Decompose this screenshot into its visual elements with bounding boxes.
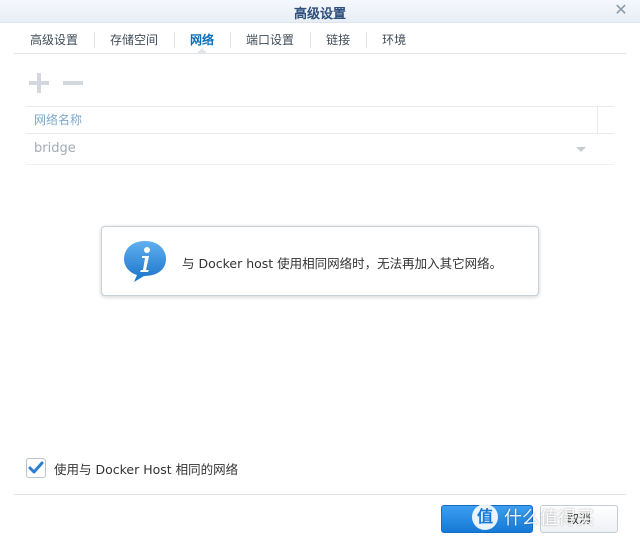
minus-icon <box>63 81 83 85</box>
advanced-settings-window: 高级设置 ✕ 高级设置 存储空间 网络 端口设置 链接 环境 网络名称 brid… <box>0 0 640 542</box>
info-icon <box>124 241 166 282</box>
footer-divider <box>14 494 626 495</box>
tab-storage[interactable]: 存储空间 <box>94 27 174 53</box>
close-button[interactable]: ✕ <box>612 1 630 19</box>
cancel-button[interactable]: 取消 <box>540 505 618 533</box>
use-host-network-option[interactable]: 使用与 Docker Host 相同的网络 <box>26 458 238 478</box>
network-toolbar <box>26 70 86 96</box>
tab-advanced-settings[interactable]: 高级设置 <box>14 27 94 53</box>
tab-network[interactable]: 网络 <box>174 27 230 54</box>
remove-network-button[interactable] <box>60 70 86 96</box>
network-grid: 网络名称 bridge <box>26 106 614 165</box>
checkmark-icon <box>28 461 44 474</box>
tab-bar: 高级设置 存储空间 网络 端口设置 链接 环境 <box>14 27 626 54</box>
apply-button[interactable] <box>441 505 533 533</box>
close-icon: ✕ <box>614 0 628 19</box>
table-row[interactable]: bridge <box>26 134 614 165</box>
title-bar: 高级设置 ✕ <box>0 0 640 23</box>
add-network-button[interactable] <box>26 70 52 96</box>
chevron-down-icon[interactable] <box>576 147 586 152</box>
network-name-cell: bridge <box>34 141 76 156</box>
column-header-network-name[interactable]: 网络名称 <box>26 107 614 134</box>
use-host-network-label[interactable]: 使用与 Docker Host 相同的网络 <box>54 459 238 478</box>
window-title: 高级设置 <box>293 7 346 22</box>
info-tooltip: 与 Docker host 使用相同网络时，无法再加入其它网络。 <box>101 226 539 296</box>
tab-links[interactable]: 链接 <box>310 27 366 53</box>
tooltip-message: 与 Docker host 使用相同网络时，无法再加入其它网络。 <box>182 256 503 271</box>
use-host-network-checkbox[interactable] <box>26 458 46 478</box>
tab-environment[interactable]: 环境 <box>366 27 422 53</box>
plus-icon <box>29 73 49 93</box>
tab-port-settings[interactable]: 端口设置 <box>230 27 310 53</box>
